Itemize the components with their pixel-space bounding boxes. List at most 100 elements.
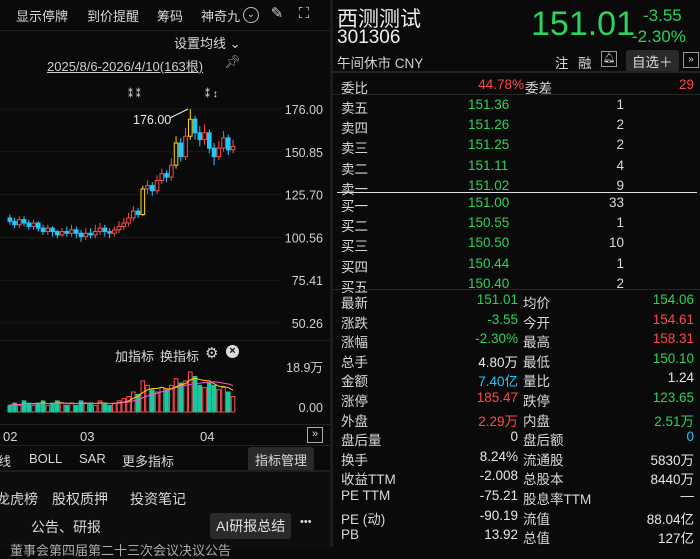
tab-dragon-tiger[interactable]: 龙虎榜 bbox=[0, 489, 38, 509]
candle-body bbox=[140, 188, 146, 216]
candle-body bbox=[26, 222, 32, 227]
date-range-label[interactable]: 2025/8/6-2026/4/10(163根) bbox=[47, 56, 203, 75]
announcement-ticker[interactable]: 董事会第四届第二十三次会议决议公告 bbox=[10, 540, 231, 559]
indicator-tab-sar[interactable]: SAR bbox=[79, 451, 106, 466]
volume-bar bbox=[150, 389, 155, 413]
level-volume: 10 bbox=[608, 235, 624, 251]
volume-bar bbox=[69, 402, 74, 413]
candle-body bbox=[211, 147, 217, 158]
candle-body bbox=[226, 137, 231, 151]
stats-row: 换手 8.24% 流通股 5830万 bbox=[333, 447, 700, 468]
chevron-down-icon[interactable]: ⌄ bbox=[243, 7, 259, 23]
level-price: 150.44 bbox=[468, 255, 510, 271]
shenqi-nine-button[interactable]: 神奇九 bbox=[201, 6, 240, 25]
price-axis-tick: 150.85 bbox=[285, 146, 323, 160]
scroll-right-button[interactable]: » bbox=[307, 427, 323, 443]
ma-settings-label: 设置均线 bbox=[174, 36, 227, 51]
candles bbox=[7, 109, 236, 242]
stats-row: 金额 7.40亿 量比 1.24 bbox=[333, 368, 700, 389]
indicator-tab[interactable]: 线 bbox=[0, 451, 11, 470]
candle-body bbox=[17, 219, 22, 226]
level-label: 买三 bbox=[341, 239, 368, 255]
candle-body bbox=[183, 135, 188, 158]
price-axis-tick: 176.00 bbox=[285, 103, 323, 117]
header-divider bbox=[333, 71, 700, 73]
stat-value: 0 bbox=[686, 429, 694, 445]
volume-bar bbox=[221, 387, 226, 413]
level-volume: 1 bbox=[616, 255, 624, 271]
ask-row[interactable]: 卖四 151.26 2 bbox=[333, 115, 700, 137]
stat-value: -3.55 bbox=[487, 311, 518, 327]
price-alert-button[interactable]: 到价提醒 bbox=[87, 6, 139, 25]
stock-code: 301306 bbox=[337, 27, 401, 48]
ask-row[interactable]: 卖五 151.36 1 bbox=[333, 95, 700, 116]
stat-value: -2.30% bbox=[475, 331, 518, 347]
fullscreen-icon[interactable]: ⛶ bbox=[295, 5, 313, 23]
volume-bar bbox=[83, 402, 89, 413]
announcement-research-label[interactable]: 公告、研报 bbox=[31, 517, 101, 537]
level-price: 150.50 bbox=[468, 235, 510, 251]
event-markers-icon: ⁑ ↕ bbox=[205, 88, 218, 100]
committee-ratio-value: 44.78% bbox=[478, 77, 524, 92]
bid-row[interactable]: 买三 150.50 10 bbox=[333, 233, 700, 255]
kline-chart[interactable]: 176.00 150.85 125.70 100.56 75.41 50.26 176.0… bbox=[0, 78, 330, 340]
gear-icon[interactable]: ⚙ bbox=[205, 344, 218, 362]
candle-body bbox=[159, 173, 165, 181]
stats-row: PE (动) -90.19 流值 88.04亿 bbox=[333, 506, 700, 527]
pen-icon[interactable]: ✎ bbox=[268, 5, 286, 23]
quote-panel: 西测测试 301306 午间休市 CNY 151.01 -3.55 -2.30%… bbox=[333, 0, 700, 547]
volume-bar bbox=[93, 404, 98, 413]
candle-body bbox=[121, 222, 127, 227]
tab-investment-notes[interactable]: 投资笔记 bbox=[130, 489, 186, 509]
chip-button[interactable]: 筹码 bbox=[157, 6, 183, 25]
expand-icon[interactable]: » bbox=[683, 52, 699, 68]
bid-row[interactable]: 买二 150.55 1 bbox=[333, 213, 700, 235]
stats-row: 涨跌 -3.55 今开 154.61 bbox=[333, 310, 700, 331]
show-suspended-button[interactable]: 显示停牌 bbox=[16, 6, 68, 25]
indicator-manage-button[interactable]: 指标管理 bbox=[248, 447, 315, 472]
candle-body bbox=[197, 132, 203, 141]
candle-body bbox=[178, 142, 184, 158]
volume-bar bbox=[21, 400, 27, 413]
level-label: 卖四 bbox=[341, 121, 368, 137]
stats-row: 总手 4.80万 最低 150.10 bbox=[333, 349, 700, 370]
level-label: 买四 bbox=[341, 259, 368, 275]
volume-bar bbox=[211, 384, 217, 413]
indicator-tab-boll[interactable]: BOLL bbox=[29, 451, 62, 466]
pin-icon[interactable]: 📌︎ bbox=[224, 54, 241, 70]
level-label: 买二 bbox=[341, 219, 368, 235]
ask-row[interactable]: 卖二 151.11 4 bbox=[333, 156, 700, 177]
tab-equity-pledge[interactable]: 股权质押 bbox=[52, 489, 108, 509]
bid-row[interactable]: 买四 150.44 1 bbox=[333, 254, 700, 275]
stat-value: -75.21 bbox=[479, 488, 518, 503]
volume-bar bbox=[178, 382, 184, 413]
ai-summary-button[interactable]: AI研报总结 bbox=[210, 513, 292, 539]
candle-body bbox=[202, 132, 207, 141]
close-icon[interactable]: × bbox=[226, 345, 239, 358]
ma-settings-button[interactable]: 设置均线 ⌄ bbox=[174, 33, 241, 52]
stat-label: PB bbox=[341, 527, 360, 543]
bid-row[interactable]: 买一 151.00 33 bbox=[333, 193, 700, 214]
add-watchlist-button[interactable]: 自选＋ bbox=[626, 50, 679, 72]
more-indicators-button[interactable]: 更多指标 bbox=[122, 451, 174, 470]
volume-bar bbox=[202, 387, 207, 413]
high-pointer-line bbox=[169, 108, 189, 119]
ask-row[interactable]: 卖三 151.25 2 bbox=[333, 135, 700, 156]
more-icon[interactable]: ••• bbox=[300, 516, 312, 528]
note-flag[interactable]: 注 bbox=[555, 52, 569, 72]
level-volume: 2 bbox=[616, 137, 624, 153]
candle-body bbox=[93, 231, 98, 236]
kline-panel[interactable]: 显示停牌 到价提醒 筹码 神奇九 ⌄ ✎ ⛶ 设置均线 ⌄ 2025/8/6-2… bbox=[0, 0, 330, 558]
level-label: 买一 bbox=[341, 199, 368, 214]
candle-body bbox=[31, 222, 36, 227]
margin-flag[interactable]: 融 bbox=[578, 52, 592, 72]
level-price: 151.02 bbox=[468, 177, 510, 193]
level-volume: 33 bbox=[608, 195, 624, 210]
volume-axis-bottom: 0.00 bbox=[299, 401, 323, 415]
stats-row: 收益TTM -2.008 总股本 8440万 bbox=[333, 466, 700, 487]
level-label: 卖五 bbox=[341, 101, 368, 116]
volume-bar bbox=[154, 391, 160, 413]
bell-icon[interactable]: 🔔︎ bbox=[601, 51, 617, 67]
volume-chart[interactable]: 18.9万 0.00 bbox=[0, 362, 330, 424]
price-grid bbox=[0, 108, 282, 324]
